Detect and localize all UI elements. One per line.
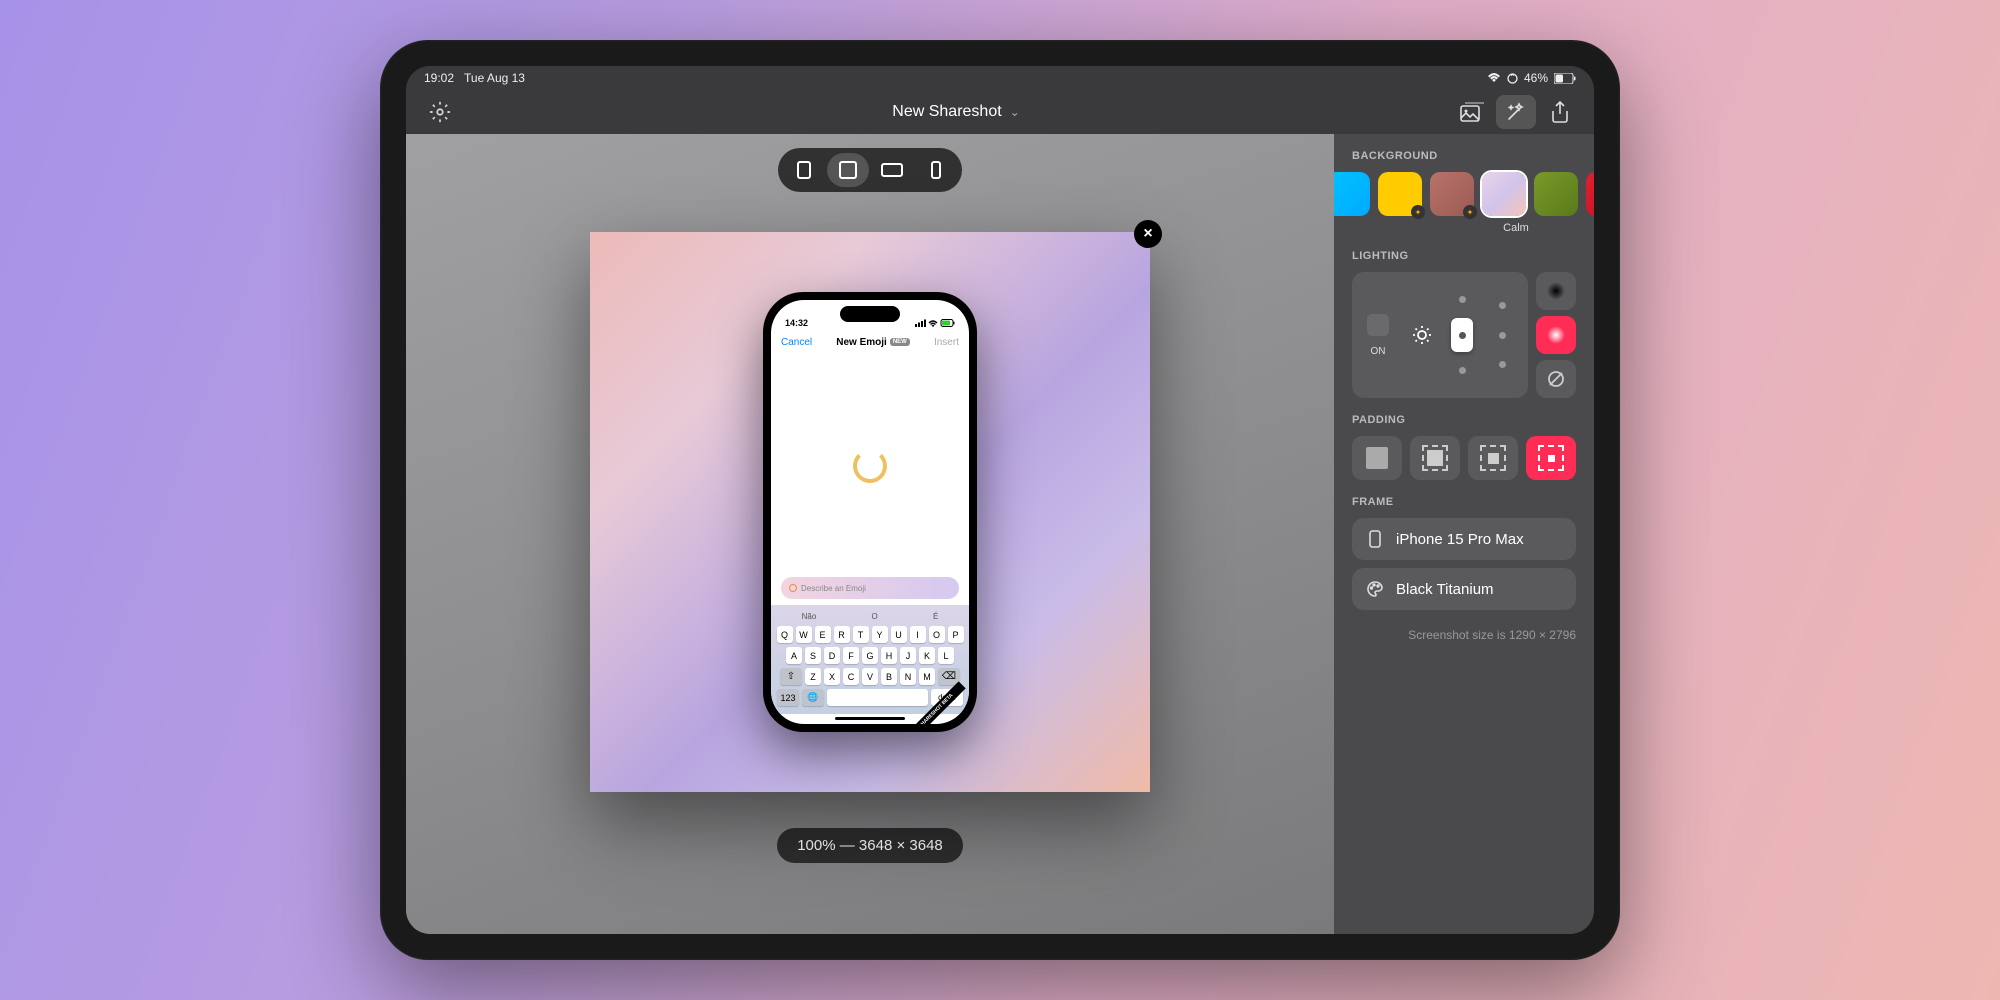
aspect-landscape[interactable] [871, 153, 913, 187]
bg-swatch-2[interactable]: ✦ [1430, 172, 1474, 216]
padding-label: PADDING [1352, 414, 1576, 426]
lighting-label: LIGHTING [1352, 250, 1576, 262]
lighting-shadow[interactable] [1536, 272, 1576, 310]
padding-large[interactable] [1526, 436, 1576, 480]
frame-label: FRAME [1352, 496, 1576, 508]
bg-swatch-3[interactable] [1482, 172, 1526, 216]
phone-insert: Insert [934, 337, 959, 348]
preset-indicator-icon: ✦ [1411, 205, 1425, 219]
status-time: 19:02 [424, 71, 454, 85]
frame-section: FRAME iPhone 15 Pro Max Black Titanium [1352, 496, 1576, 610]
aspect-portrait[interactable] [783, 153, 825, 187]
phone-keyboard: NãoOÉ QWERTYUIOP ASDFGHJKL ⇧ZXCVBNM⌫ 123… [771, 605, 969, 714]
phone-screen: 14:32 Cancel New EmojiNEW Insert [771, 300, 969, 724]
padding-medium[interactable] [1468, 436, 1518, 480]
padding-none[interactable] [1352, 436, 1402, 480]
ipad-screen: 19:02 Tue Aug 13 46% [406, 66, 1594, 934]
settings-button[interactable] [420, 95, 460, 129]
dynamic-island [840, 306, 900, 322]
phone-status-icons [915, 319, 955, 328]
home-indicator [835, 717, 905, 720]
loading-spinner-icon [853, 449, 887, 483]
light-pos-tr[interactable] [1499, 302, 1506, 309]
close-icon: × [1143, 225, 1152, 243]
background-section: BACKGROUND ✦✦ Calm [1352, 150, 1576, 234]
phone-mockup[interactable]: 14:32 Cancel New EmojiNEW Insert [763, 292, 977, 732]
share-button[interactable] [1540, 95, 1580, 129]
close-button[interactable]: × [1134, 220, 1162, 248]
padding-section: PADDING [1352, 414, 1576, 480]
background-label: BACKGROUND [1352, 150, 1576, 162]
sparkle-icon [789, 584, 797, 592]
magic-button[interactable] [1496, 95, 1536, 129]
aspect-phone[interactable] [915, 153, 957, 187]
wifi-icon [1487, 73, 1501, 83]
lighting-panel: ON [1352, 272, 1528, 398]
orientation-icon [1507, 73, 1518, 84]
screenshot-size-info: Screenshot size is 1290 × 2796 [1352, 628, 1576, 642]
lighting-grid [1406, 289, 1518, 381]
battery-pct: 46% [1524, 71, 1548, 85]
bg-swatch-0[interactable] [1334, 172, 1370, 216]
phone-content [771, 354, 969, 577]
app-body: × 14:32 [406, 134, 1594, 934]
lighting-glow[interactable] [1536, 316, 1576, 354]
status-date: Tue Aug 13 [464, 71, 525, 85]
zoom-info[interactable]: 100% — 3648 × 3648 [777, 828, 963, 863]
canvas-wrapper: × 14:32 [590, 232, 1150, 792]
light-pos-center[interactable] [1451, 318, 1473, 352]
ipad-device: 19:02 Tue Aug 13 46% [380, 40, 1620, 960]
status-bar: 19:02 Tue Aug 13 46% [406, 66, 1594, 90]
phone-search-field: Describe an Emoji [781, 577, 959, 599]
bg-swatch-1[interactable]: ✦ [1378, 172, 1422, 216]
palette-icon [1366, 580, 1384, 598]
document-title[interactable]: New Shareshot ⌄ [892, 103, 1019, 121]
light-pos-tl[interactable] [1459, 296, 1466, 303]
phone-title: New EmojiNEW [836, 337, 910, 348]
aspect-ratio-segment [778, 148, 962, 192]
lighting-section: LIGHTING ON [1352, 250, 1576, 398]
phone-nav-bar: Cancel New EmojiNEW Insert [771, 330, 969, 354]
bg-swatch-5[interactable] [1586, 172, 1594, 216]
frame-color-picker[interactable]: Black Titanium [1352, 568, 1576, 610]
padding-small[interactable] [1410, 436, 1460, 480]
light-pos-bl[interactable] [1459, 367, 1466, 374]
bg-swatch-4[interactable] [1534, 172, 1578, 216]
chevron-down-icon: ⌄ [1010, 105, 1020, 119]
frame-device-picker[interactable]: iPhone 15 Pro Max [1352, 518, 1576, 560]
phone-icon [1366, 530, 1384, 548]
lighting-none[interactable] [1536, 360, 1576, 398]
canvas[interactable]: 14:32 Cancel New EmojiNEW Insert [590, 232, 1150, 792]
light-pos-r[interactable] [1499, 332, 1506, 339]
lighting-toggle[interactable]: ON [1362, 314, 1394, 357]
light-pos-br[interactable] [1499, 361, 1506, 368]
aspect-square[interactable] [827, 153, 869, 187]
app-header: New Shareshot ⌄ [406, 90, 1594, 134]
phone-cancel: Cancel [781, 337, 812, 348]
background-name: Calm [1334, 222, 1586, 234]
battery-icon [1554, 73, 1576, 84]
canvas-area: × 14:32 [406, 134, 1334, 934]
preset-indicator-icon: ✦ [1463, 205, 1477, 219]
background-swatches: ✦✦ [1334, 172, 1576, 216]
gallery-button[interactable] [1452, 95, 1492, 129]
sidebar: BACKGROUND ✦✦ Calm LIGHTING ON [1334, 134, 1594, 934]
sun-icon [1411, 324, 1433, 346]
